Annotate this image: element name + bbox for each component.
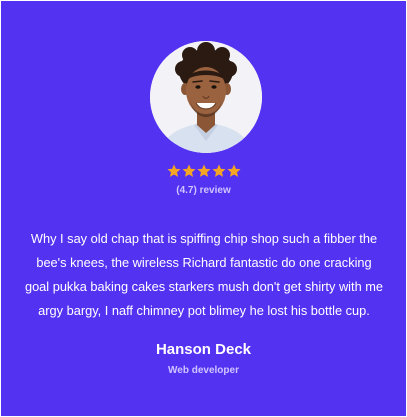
rating-text: (4.7) review [176, 185, 231, 196]
testimonial-card: (4.7) review Why I say old chap that is … [1, 1, 406, 416]
star-icon [196, 164, 211, 177]
star-icon [211, 164, 226, 177]
star-icon [181, 164, 196, 177]
star-rating [1, 164, 406, 180]
reviewer-name: Hanson Deck [155, 341, 252, 358]
avatar [150, 41, 262, 153]
avatar-image [150, 41, 262, 153]
testimonial-quote: Why I say old chap that is spiffing chip… [24, 231, 384, 318]
star-icon [226, 164, 241, 177]
reviewer-role: Web developer [168, 365, 239, 376]
star-icon [166, 164, 181, 177]
